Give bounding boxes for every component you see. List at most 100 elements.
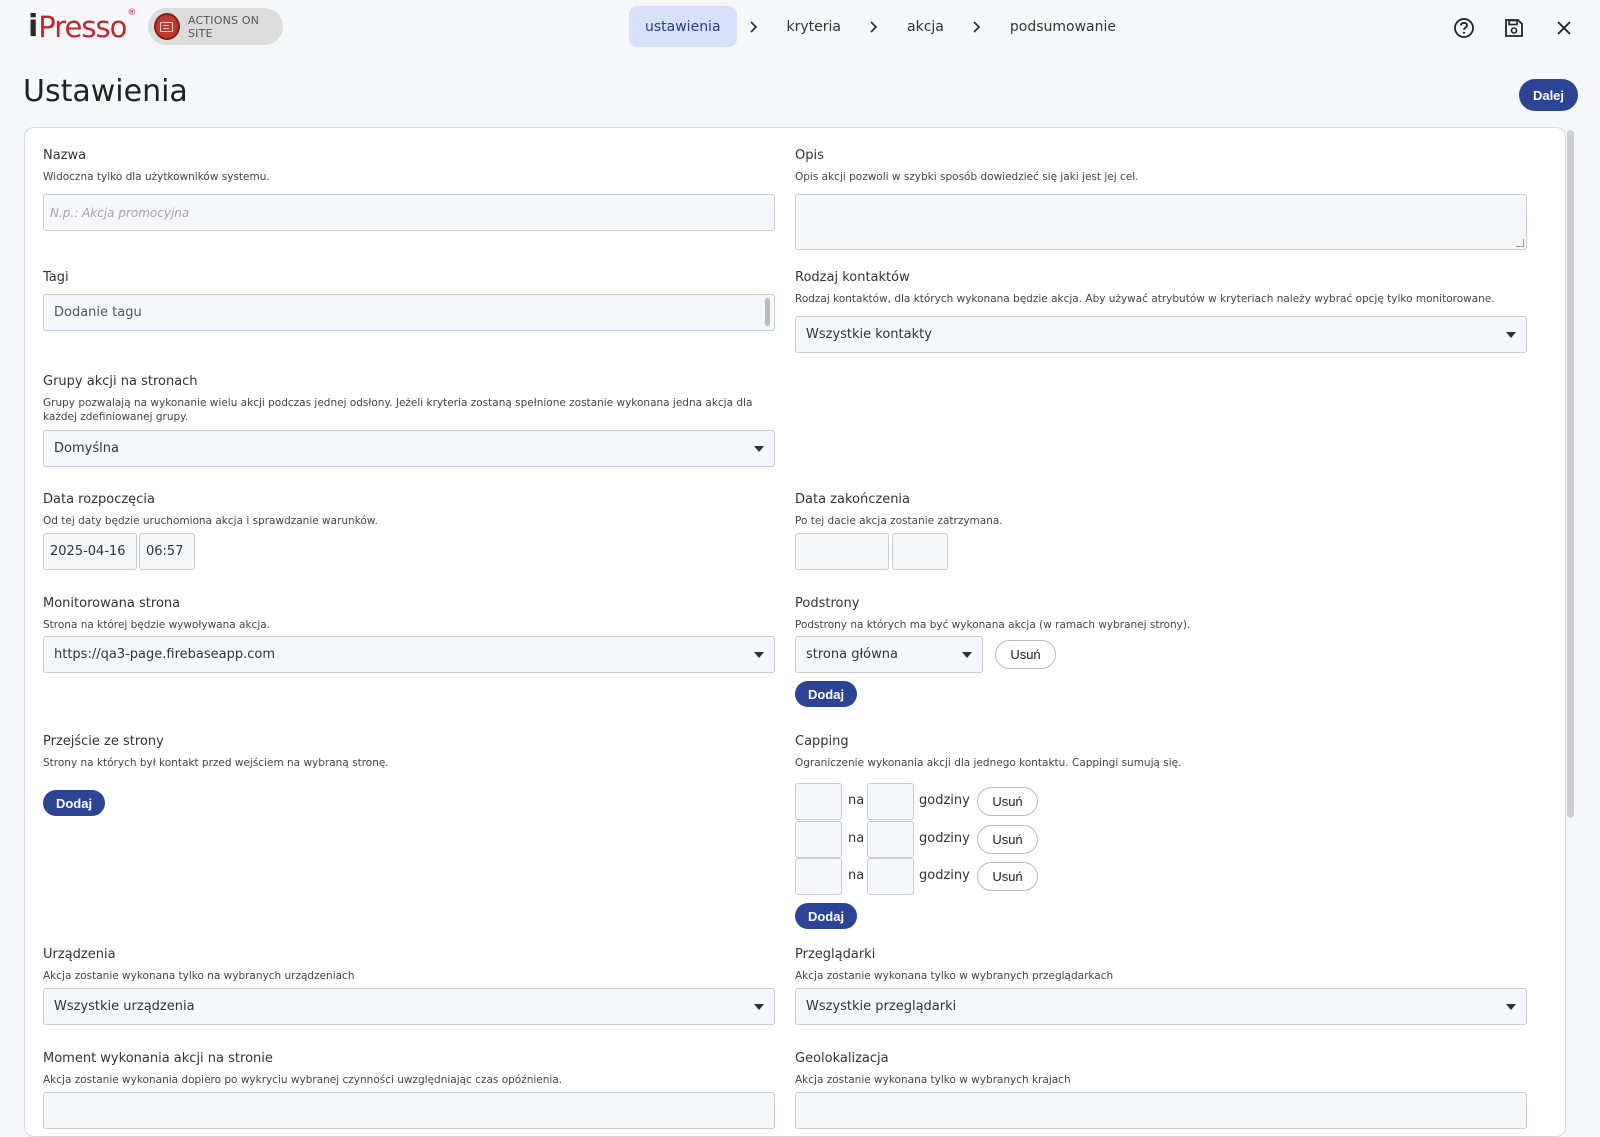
chevron-right-icon [857, 20, 891, 33]
name-label: Nazwa [43, 148, 87, 163]
browsers-select[interactable]: Wszystkie przeglądarki [795, 988, 1527, 1025]
page-title: Ustawienia [23, 74, 188, 109]
capping-per-text: na [848, 831, 865, 846]
step-kryteria[interactable]: kryteria [771, 6, 857, 47]
top-actions [1450, 14, 1600, 42]
resize-grip-icon[interactable] [1516, 239, 1524, 247]
start-date-label: Data rozpoczęcia [43, 492, 155, 507]
capping-count-input[interactable] [795, 858, 842, 895]
contact-type-label: Rodzaj kontaktów [795, 270, 910, 285]
subpages-field: Podstrony Podstrony na których ma być wy… [795, 596, 1527, 632]
capping-unit-text: godziny [919, 831, 970, 846]
geo-hint: Akcja zostanie wykonana tylko w wybranyc… [795, 1074, 1071, 1086]
next-button[interactable]: Dalej [1519, 79, 1578, 111]
capping-remove-button[interactable]: Usuń [977, 825, 1038, 854]
module-badge[interactable]: ACTIONS ON SITE [148, 8, 283, 45]
actions-on-site-icon [154, 13, 180, 40]
help-icon[interactable] [1450, 14, 1478, 42]
module-label: ACTIONS ON SITE [187, 13, 260, 40]
chevron-right-icon [960, 20, 994, 33]
devices-hint: Akcja zostanie wykonana tylko na wybrany… [43, 970, 355, 982]
tags-label: Tagi [43, 270, 69, 285]
monitored-site-value: https://qa3-page.firebaseapp.com [54, 647, 275, 662]
description-textarea[interactable] [795, 194, 1527, 250]
groups-hint: Grupy pozwalają na wykonanie wielu akcji… [43, 397, 753, 423]
caret-down-icon [962, 651, 972, 658]
subpages-label: Podstrony [795, 596, 860, 611]
capping-hours-input[interactable] [867, 858, 914, 895]
caret-down-icon [754, 651, 764, 658]
tags-scrollbar[interactable] [765, 298, 770, 326]
moment-hint: Akcja zostanie wykonania dopiero po wykr… [43, 1074, 563, 1086]
capping-remove-button[interactable]: Usuń [977, 862, 1038, 891]
geo-select[interactable] [795, 1092, 1527, 1129]
groups-select[interactable]: Domyślna [43, 430, 775, 467]
capping-count-input[interactable] [795, 821, 842, 858]
subpage-add-button[interactable]: Dodaj [795, 681, 857, 707]
settings-card: Nazwa Widoczna tylko dla użytkowników sy… [24, 127, 1566, 1137]
moment-select[interactable] [43, 1092, 775, 1129]
browsers-hint: Akcja zostanie wykonana tylko w wybranyc… [795, 970, 1114, 982]
capping-count-input[interactable] [795, 783, 842, 820]
logo-registered: ® [127, 8, 137, 18]
capping-remove-button[interactable]: Usuń [977, 787, 1038, 816]
referrer-add-button[interactable]: Dodaj [43, 790, 105, 816]
monitored-site-field: Monitorowana strona Strona na której będ… [43, 596, 775, 632]
start-time-input[interactable]: 06:57 [139, 533, 195, 570]
caret-down-icon [754, 1003, 764, 1010]
monitored-site-hint: Strona na której będzie wywoływana akcja… [43, 619, 271, 631]
capping-per-text: na [848, 793, 865, 808]
close-icon[interactable] [1550, 14, 1578, 42]
capping-add-button[interactable]: Dodaj [795, 903, 857, 929]
capping-hours-input[interactable] [867, 821, 914, 858]
start-date-input[interactable]: 2025-04-16 [43, 533, 137, 570]
devices-label: Urządzenia [43, 947, 116, 962]
ipresso-logo[interactable]: i Presso ® [28, 8, 136, 42]
end-date-hint: Po tej dacie akcja zostanie zatrzymana. [795, 515, 1003, 527]
wizard-steps: ustawienia kryteria akcja podsumowanie [629, 6, 1132, 47]
referrer-hint: Strony na których był kontakt przed wejś… [43, 757, 389, 769]
monitored-site-label: Monitorowana strona [43, 596, 181, 611]
referrer-label: Przejście ze strony [43, 734, 164, 749]
chevron-right-icon [737, 20, 771, 33]
groups-value: Domyślna [54, 441, 119, 456]
name-input[interactable]: N.p.: Akcja promocyjna [43, 194, 775, 231]
geo-label: Geolokalizacja [795, 1051, 889, 1066]
top-bar: i Presso ® ACTIONS ON SITE ustawienia kr… [0, 0, 1600, 54]
capping-unit-text: godziny [919, 868, 970, 883]
name-field: Nazwa Widoczna tylko dla użytkowników sy… [43, 148, 775, 184]
step-akcja[interactable]: akcja [891, 6, 960, 47]
capping-unit-text: godziny [919, 793, 970, 808]
devices-value: Wszystkie urządzenia [54, 999, 195, 1014]
subpages-hint: Podstrony na których ma być wykonana akc… [795, 619, 1191, 631]
end-time-input[interactable] [892, 533, 948, 570]
capping-label: Capping [795, 734, 849, 749]
browsers-value: Wszystkie przeglądarki [806, 999, 957, 1014]
contact-type-hint: Rodzaj kontaktów, dla których wykonana b… [795, 293, 1495, 305]
moment-field: Moment wykonania akcji na stronie Akcja … [43, 1051, 775, 1087]
description-field: Opis Opis akcji pozwoli w szybki sposób … [795, 148, 1527, 184]
contact-type-select[interactable]: Wszystkie kontakty [795, 316, 1527, 353]
step-ustawienia[interactable]: ustawienia [629, 6, 737, 47]
name-hint: Widoczna tylko dla użytkowników systemu. [43, 171, 270, 183]
subpage-remove-button[interactable]: Usuń [995, 640, 1056, 669]
browsers-label: Przeglądarki [795, 947, 876, 962]
capping-field: Capping Ograniczenie wykonania akcji dla… [795, 734, 1527, 770]
subpage-select[interactable]: strona główna [795, 636, 983, 673]
caret-down-icon [754, 445, 764, 452]
end-date-input[interactable] [795, 533, 889, 570]
save-icon[interactable] [1500, 14, 1528, 42]
capping-per-text: na [848, 868, 865, 883]
devices-select[interactable]: Wszystkie urządzenia [43, 988, 775, 1025]
page-scrollbar[interactable] [1567, 130, 1574, 818]
tags-input[interactable]: Dodanie tagu [43, 294, 775, 331]
referrer-field: Przejście ze strony Strony na których by… [43, 734, 775, 770]
caret-down-icon [1506, 1003, 1516, 1010]
browsers-field: Przeglądarki Akcja zostanie wykonana tyl… [795, 947, 1527, 983]
caret-down-icon [1506, 331, 1516, 338]
monitored-site-select[interactable]: https://qa3-page.firebaseapp.com [43, 636, 775, 673]
tags-input-text: Dodanie tagu [54, 305, 142, 320]
capping-hours-input[interactable] [867, 783, 914, 820]
step-podsumowanie[interactable]: podsumowanie [994, 6, 1132, 47]
end-date-field: Data zakończenia Po tej dacie akcja zost… [795, 492, 1527, 528]
